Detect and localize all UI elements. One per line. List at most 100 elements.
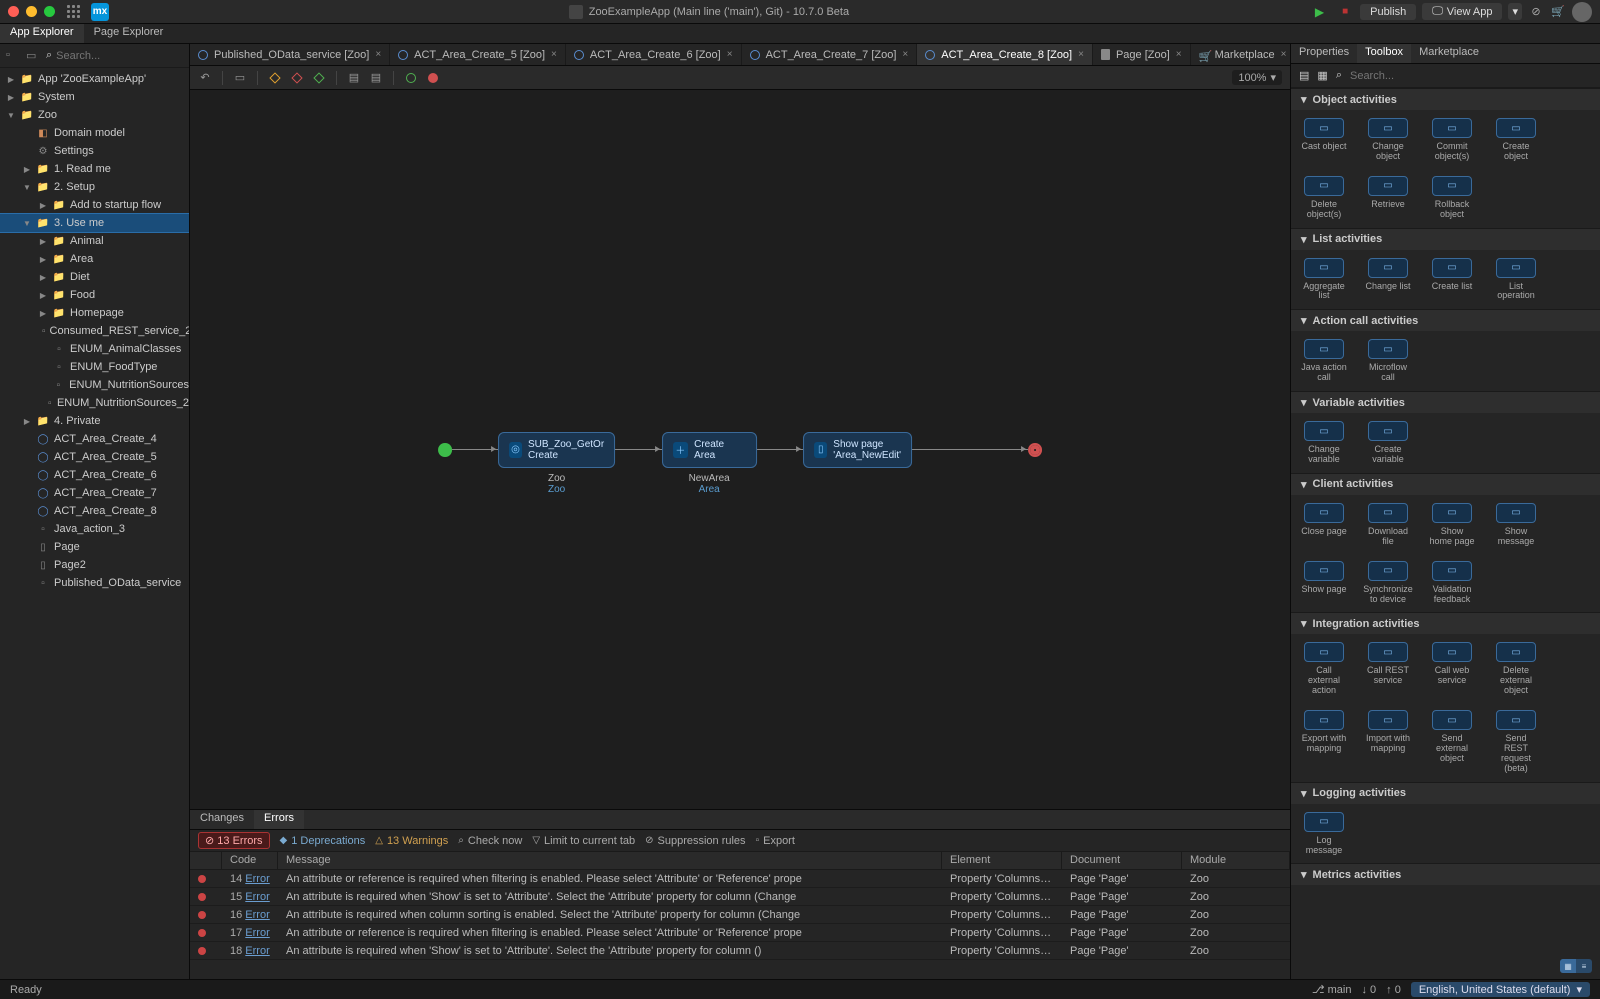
category-header[interactable]: ▾Logging activities [1291, 782, 1600, 804]
chevron-icon[interactable]: ▶ [6, 93, 16, 102]
tree-item[interactable]: ◯ACT_Area_Create_6 [0, 466, 189, 484]
check-now-button[interactable]: ⌕Check now [458, 835, 522, 847]
decision-red-icon[interactable] [290, 71, 304, 85]
select-icon[interactable]: ▭ [233, 71, 247, 85]
error-type-link[interactable]: Error [245, 909, 269, 921]
editor-tab[interactable]: ACT_Area_Create_8 [Zoo]× [917, 44, 1093, 65]
tree-item[interactable]: ▯Page [0, 538, 189, 556]
toolbox-search-input[interactable] [1350, 70, 1592, 82]
toolbox-tool[interactable]: ▭Create list [1429, 258, 1475, 302]
toolbox-tool[interactable]: ▭Import with mapping [1365, 710, 1411, 774]
toolbox-tool[interactable]: ▭Java action call [1301, 339, 1347, 383]
deprecations-count[interactable]: ◆1 Deprecations [280, 835, 366, 847]
run-button[interactable]: ▶ [1309, 5, 1330, 19]
toolbox-tool[interactable]: ▭List operation [1493, 258, 1539, 302]
activity-sub-zoo[interactable]: ◎ SUB_Zoo_GetOr Create Zoo Zoo [498, 432, 615, 468]
toolbox-view2-icon[interactable]: ▦ [1317, 69, 1327, 82]
stop-button[interactable]: ■ [1336, 6, 1354, 17]
toolbox-tool[interactable]: ▭Retrieve [1365, 176, 1411, 220]
close-tab-icon[interactable]: × [727, 49, 733, 60]
category-header[interactable]: ▾Metrics activities [1291, 863, 1600, 885]
toolbox-tool[interactable]: ▭Change list [1365, 258, 1411, 302]
export-button[interactable]: ▫Export [756, 835, 795, 847]
toolbox-tool[interactable]: ▭Change variable [1301, 421, 1347, 465]
error-row[interactable]: 18 ErrorAn attribute is required when 'S… [190, 942, 1290, 960]
tab-app-explorer[interactable]: App Explorer [0, 24, 84, 43]
chevron-icon[interactable]: ▶ [6, 75, 16, 84]
chevron-icon[interactable]: ▼ [6, 111, 16, 120]
tree-item[interactable]: ▶📁App 'ZooExampleApp' [0, 70, 189, 88]
tree-item[interactable]: ▫Consumed_REST_service_2 [0, 322, 189, 340]
cart-icon[interactable]: 🛒 [1550, 4, 1566, 20]
toolbox-tool[interactable]: ▭Call web service [1429, 642, 1475, 696]
tree-item[interactable]: ▼📁3. Use me [0, 214, 189, 232]
warnings-count[interactable]: △13 Warnings [375, 835, 448, 847]
toolbox-tool[interactable]: ▭Delete object(s) [1301, 176, 1347, 220]
tree-item[interactable]: ▶📁Food [0, 286, 189, 304]
category-header[interactable]: ▾Variable activities [1291, 391, 1600, 413]
editor-tab[interactable]: Published_OData_service [Zoo]× [190, 44, 390, 65]
toolbox-tool[interactable]: ▭Send external object [1429, 710, 1475, 774]
chevron-icon[interactable]: ▶ [22, 165, 32, 174]
close-tab-icon[interactable]: × [1281, 49, 1287, 60]
category-header[interactable]: ▾Client activities [1291, 473, 1600, 495]
tree-item[interactable]: ▫ENUM_FoodType [0, 358, 189, 376]
grid-view-icon[interactable]: ▦ [1560, 959, 1576, 973]
limit-tab-button[interactable]: ▽Limit to current tab [532, 835, 635, 847]
toolbox-tool[interactable]: ▭Aggregate list [1301, 258, 1347, 302]
toolbox-tool[interactable]: ▭Call external action [1301, 642, 1347, 696]
activity-create-area[interactable]: ＋ Create Area NewArea Area [662, 432, 757, 468]
toolbox-tool[interactable]: ▭Microflow call [1365, 339, 1411, 383]
toolbox-tool[interactable]: ▭Show page [1301, 561, 1347, 605]
tab-marketplace[interactable]: Marketplace [1411, 44, 1487, 63]
chevron-icon[interactable]: ▶ [38, 309, 48, 318]
publish-button[interactable]: Publish [1360, 4, 1416, 20]
close-tab-icon[interactable]: × [375, 49, 381, 60]
tree-item[interactable]: ◯ACT_Area_Create_7 [0, 484, 189, 502]
tab-page-explorer[interactable]: Page Explorer [84, 24, 174, 43]
category-header[interactable]: ▾Object activities [1291, 88, 1600, 110]
tab-toolbox[interactable]: Toolbox [1357, 44, 1411, 63]
view-app-dropdown[interactable]: ▾ [1508, 3, 1522, 20]
chevron-icon[interactable]: ▼ [22, 183, 32, 192]
clipboard2-icon[interactable]: ▤ [369, 71, 383, 85]
decision-orange-icon[interactable] [268, 71, 282, 85]
decision-green-icon[interactable] [312, 71, 326, 85]
error-row[interactable]: 14 ErrorAn attribute or reference is req… [190, 870, 1290, 888]
apps-menu-icon[interactable] [67, 5, 81, 19]
list-view-icon[interactable]: ≡ [1576, 959, 1592, 973]
error-type-link[interactable]: Error [245, 945, 269, 957]
suppression-button[interactable]: ⊘Suppression rules [645, 835, 745, 847]
close-tab-icon[interactable]: × [1078, 49, 1084, 60]
zoom-selector[interactable]: 100%▾ [1232, 70, 1282, 85]
tree-item[interactable]: ▶📁4. Private [0, 412, 189, 430]
tree-item[interactable]: ▶📁Animal [0, 232, 189, 250]
flow-start-event[interactable] [438, 443, 452, 457]
tree-item[interactable]: ▯Page2 [0, 556, 189, 574]
tree-item[interactable]: ▫Java_action_3 [0, 520, 189, 538]
tree-item[interactable]: ◯ACT_Area_Create_4 [0, 430, 189, 448]
tree-item[interactable]: ⚙Settings [0, 142, 189, 160]
chevron-icon[interactable]: ▶ [22, 417, 32, 426]
close-window[interactable] [8, 6, 19, 17]
maximize-window[interactable] [44, 6, 55, 17]
tree-item[interactable]: ▶📁Diet [0, 268, 189, 286]
view-app-button[interactable]: 🖵 View App [1422, 3, 1502, 20]
category-header[interactable]: ▾Integration activities [1291, 612, 1600, 634]
toolbox-tool[interactable]: ▭Export with mapping [1301, 710, 1347, 774]
tree-item[interactable]: ▫ENUM_NutritionSources_2 [0, 394, 189, 412]
tree-item[interactable]: ▼📁Zoo [0, 106, 189, 124]
error-type-link[interactable]: Error [245, 891, 269, 903]
back-icon[interactable]: ↶ [198, 71, 212, 85]
activity-show-page[interactable]: ▯ Show page 'Area_NewEdit' [803, 432, 912, 468]
editor-tab[interactable]: ACT_Area_Create_7 [Zoo]× [742, 44, 918, 65]
microflow-canvas[interactable]: ◎ SUB_Zoo_GetOr Create Zoo Zoo ＋ Create … [190, 90, 1290, 809]
language-selector[interactable]: English, United States (default)▾ [1411, 982, 1590, 997]
tree-item[interactable]: ◯ACT_Area_Create_5 [0, 448, 189, 466]
toolbox-tool[interactable]: ▭Log message [1301, 812, 1347, 856]
category-header[interactable]: ▾Action call activities [1291, 309, 1600, 331]
tree-item[interactable]: ◯ACT_Area_Create_8 [0, 502, 189, 520]
toolbox-tool[interactable]: ▭Synchronize to device [1365, 561, 1411, 605]
tree-item[interactable]: ◧Domain model [0, 124, 189, 142]
tree-item[interactable]: ▶📁Add to startup flow [0, 196, 189, 214]
